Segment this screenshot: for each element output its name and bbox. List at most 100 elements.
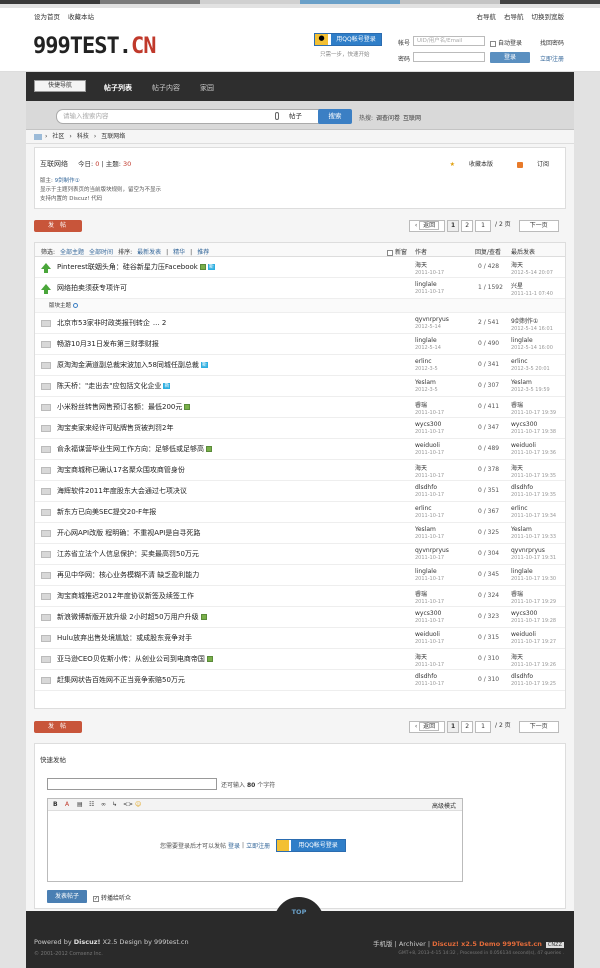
table-row[interactable]: Hulu放弃出售处境尴尬：或成股东竞争对手 weiduoli 2011-10-17 0… [35, 628, 565, 649]
last-post[interactable]: 睿瑞 2011-10-17 19:29 [511, 589, 556, 605]
table-row[interactable]: 陈天桥："走出去"应包括文化企业新 Yeslam 2012-3-5 0 / 307 Ye… [35, 376, 565, 397]
nav-home[interactable]: 家园 [200, 83, 214, 93]
sync-checkbox[interactable]: ✓ 转播给听众 [93, 893, 131, 902]
qq-login-button[interactable]: ● 用QQ帐号登录 [314, 33, 382, 46]
table-row[interactable]: 淘宝商城推迟2012年度协议新签及续签工作 睿瑞 2011-10-17 0 / 324… [35, 586, 565, 607]
thread-title[interactable]: 再见中华网：核心业务模糊不清 缺乏盈利能力 [57, 570, 199, 580]
hot-search-item[interactable]: 互联网 [403, 115, 421, 122]
quote-icon[interactable]: ↳ [112, 801, 117, 808]
table-row[interactable]: 畅游10月31日发布第三财季财报 linglale 2012-5-14 0 / 490… [35, 334, 565, 355]
thread-author[interactable]: weiduoli 2011-10-17 [415, 631, 444, 645]
table-row[interactable]: 新浪微博新版开放升级 2小时超50万用户升级 wycs300 2011-10-17 0… [35, 607, 565, 628]
breadcrumb-item[interactable]: 科技 [77, 133, 89, 140]
last-post[interactable]: dlsdhfo 2011-10-17 19:25 [511, 673, 556, 687]
last-post[interactable]: linglale 2011-10-17 19:30 [511, 568, 556, 582]
table-row[interactable]: 原淘淘金满道副总裁宋波加入58同城任副总裁新 erlinc 2012-3-5 0 / … [35, 355, 565, 376]
thread-author[interactable]: linglale 2011-10-17 [415, 568, 444, 582]
last-post[interactable]: dlsdhfo 2011-10-17 19:35 [511, 484, 556, 498]
rss-button[interactable]: 订阅 [505, 161, 549, 168]
nav-thread-content[interactable]: 帖子内容 [152, 83, 180, 93]
back-button[interactable]: ‹ 返回 [409, 721, 445, 733]
table-row[interactable]: 江苏省立法个人信息保护：买卖最高罚50万元 qyvnrpryus 2011-10-1… [35, 544, 565, 565]
thread-author[interactable]: qyvnrpryus 2011-10-17 [415, 547, 449, 561]
new-window-checkbox[interactable]: 新窗 [387, 247, 407, 256]
page-1[interactable]: 1 [447, 220, 460, 232]
auto-login-checkbox[interactable]: 自动登录 [490, 38, 522, 47]
right-nav-link-1[interactable]: 右导航 [477, 13, 497, 21]
thread-title[interactable]: 小米粉丝转售网售预订名额：最低200元 [57, 402, 191, 412]
microphone-icon[interactable] [275, 112, 279, 120]
page-2[interactable]: 2 [461, 721, 474, 733]
table-row[interactable]: 开心网API改版 程明确：不重视API是自寻死路 Yeslam 2011-10-17… [35, 523, 565, 544]
filter-best[interactable]: 精华 [173, 249, 185, 256]
thread-title[interactable]: 陈天桥："走出去"应包括文化企业新 [57, 381, 171, 391]
last-post[interactable]: qyvnrpryus 2011-10-17 19:31 [511, 547, 556, 561]
page-jump-input[interactable]: 1 [475, 721, 492, 733]
breadcrumb-item[interactable]: 互联网络 [101, 133, 125, 140]
thread-author[interactable]: 睿瑞 2011-10-17 [415, 400, 444, 416]
next-page-button[interactable]: 下一页 [518, 721, 559, 733]
set-homepage-link[interactable]: 设为首页 [34, 13, 60, 21]
thread-title[interactable]: 开心网API改版 程明确：不重视API是自寻死路 [57, 528, 200, 538]
thread-author[interactable]: erlinc 2011-10-17 [415, 505, 444, 519]
last-post[interactable]: 9剑制作① 2012-5-14 16:01 [511, 316, 553, 332]
last-post[interactable]: wycs300 2011-10-17 19:38 [511, 421, 556, 435]
thread-title[interactable]: 原淘淘金满道副总裁宋波加入58同城任副总裁新 [57, 360, 208, 370]
thread-title[interactable]: 网络拍卖须获专项许可 [57, 283, 127, 293]
thread-title[interactable]: 淘宝商城称已确认17名聚众围攻商管身份 [57, 465, 185, 475]
thread-title[interactable]: 北京市53家非时政类报刊转企... 2 [57, 318, 166, 328]
right-nav-link-2[interactable]: 右导航 [504, 13, 524, 21]
thread-title[interactable]: 新东方已向美SEC提交20-F年报 [57, 507, 156, 517]
table-row[interactable]: 淘宝卖家来经许可贴牌售货被判罚2年 wycs300 2011-10-17 0 / 34… [35, 418, 565, 439]
bold-icon[interactable]: B [53, 801, 58, 808]
editor-login-link[interactable]: 登录 [228, 841, 240, 850]
thread-title[interactable]: 亚马逊CEO贝佐斯小传：从创业公司到电商帝国 [57, 654, 213, 664]
advanced-mode-link[interactable]: 高级模式 [432, 801, 456, 810]
sort-latest[interactable]: 最新发表 [137, 249, 161, 256]
last-post[interactable]: 海天 2011-10-17 19:26 [511, 652, 556, 668]
new-post-button[interactable]: 发 帖 [34, 220, 82, 232]
submit-post-button[interactable]: 发表帖子 [47, 890, 87, 903]
thread-author[interactable]: 海天 2011-10-17 [415, 652, 444, 668]
table-row[interactable]: 俞永福谋营毕业生网工作方向：足够低或足够高 weiduoli 2011-10-17 0… [35, 439, 565, 460]
thread-author[interactable]: wycs300 2011-10-17 [415, 610, 444, 624]
last-post[interactable]: weiduoli 2011-10-17 19:27 [511, 631, 556, 645]
thread-author[interactable]: Yeslam 2011-10-17 [415, 526, 444, 540]
table-row[interactable]: 海辉软件2011年度股东大会通过七项决议 dlsdhfo 2011-10-17 0 /… [35, 481, 565, 502]
thread-title[interactable]: 赶集网状告百姓网不正当竞争索赔50万元 [57, 675, 185, 685]
new-post-button-bottom[interactable]: 发 帖 [34, 721, 82, 733]
table-row[interactable]: 再见中华网：核心业务模糊不清 缺乏盈利能力 linglale 2011-10-17 0… [35, 565, 565, 586]
last-post[interactable]: Yeslam 2011-10-17 19:33 [511, 526, 556, 540]
favorite-forum-button[interactable]: ★ 收藏本版 [438, 161, 493, 168]
link-icon[interactable]: ∞ [101, 801, 106, 808]
last-post[interactable]: Yeslam 2012-3-5 19:59 [511, 379, 550, 393]
last-post[interactable]: 海天 2012-5-14 20:07 [511, 260, 553, 276]
sticky-thread-row[interactable]: 网络拍卖须获专项许可 linglale 2011-10-17 1 / 1592 兴星 20… [35, 278, 565, 299]
table-row[interactable]: 亚马逊CEO贝佐斯小传：从创业公司到电商帝国 海天 2011-10-17 0 / 31… [35, 649, 565, 670]
moderator-link[interactable]: 9剑制作① [55, 178, 80, 184]
thread-author[interactable]: Yeslam 2012-3-5 [415, 379, 438, 393]
last-post[interactable]: erlinc 2012-3-5 20:01 [511, 358, 550, 372]
login-button[interactable]: 登录 [490, 52, 530, 63]
thread-title[interactable]: 新浪微博新版开放升级 2小时超50万用户升级 [57, 612, 207, 622]
filter-recommended[interactable]: 推荐 [197, 249, 209, 256]
breadcrumb-item[interactable]: 社区 [52, 133, 64, 140]
table-row[interactable]: 北京市53家非时政类报刊转企... 2 qyvnrpryus 2012-5-14 2 … [35, 313, 565, 334]
last-post[interactable]: 海天 2011-10-17 19:35 [511, 463, 556, 479]
quick-post-subject-input[interactable] [47, 778, 217, 790]
filter-all-time[interactable]: 全部时间 [89, 249, 113, 256]
thread-author[interactable]: 睿瑞 2011-10-17 [415, 589, 444, 605]
page-1[interactable]: 1 [447, 721, 460, 733]
thread-author[interactable]: linglale 2012-5-14 [415, 337, 441, 351]
thread-author[interactable]: qyvnrpryus 2012-5-14 [415, 316, 449, 330]
thread-author[interactable]: dlsdhfo 2011-10-17 [415, 673, 444, 687]
editor-qq-login-button[interactable]: 用QQ帐号登录 [276, 839, 347, 852]
home-icon[interactable] [34, 133, 42, 140]
thread-title[interactable]: 淘宝商城推迟2012年度协议新签及续签工作 [57, 591, 194, 601]
thread-author[interactable]: dlsdhfo 2011-10-17 [415, 484, 444, 498]
hot-search-item[interactable]: 调查问卷 [376, 115, 400, 122]
thread-title[interactable]: 畅游10月31日发布第三财季财报 [57, 339, 159, 349]
thread-author[interactable]: erlinc 2012-3-5 [415, 358, 438, 372]
thread-author[interactable]: 海天 2011-10-17 [415, 260, 444, 276]
table-row[interactable]: 淘宝商城称已确认17名聚众围攻商管身份 海天 2011-10-17 0 / 378 海天… [35, 460, 565, 481]
